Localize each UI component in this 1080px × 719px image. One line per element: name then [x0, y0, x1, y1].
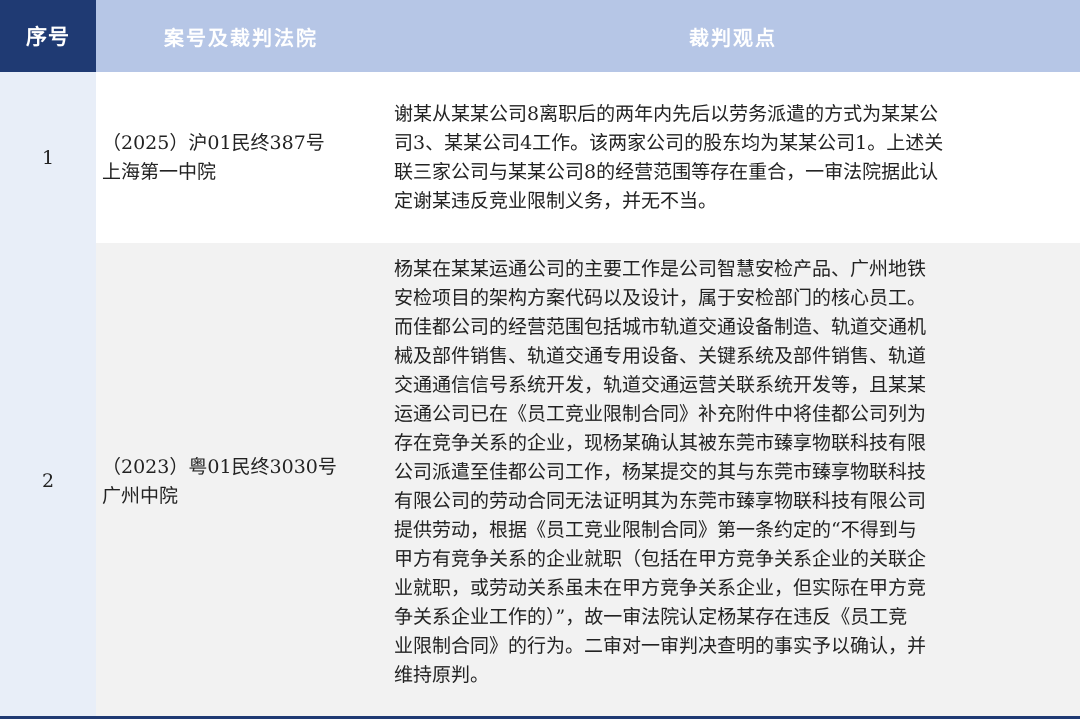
row-2-view-line: 安检项目的架构方案代码以及设计，属于安检部门的核心员工。	[394, 287, 927, 309]
row-2-view-line: 交通通信信号系统开发，轨道交通运营关联系统开发等，且某某	[394, 374, 927, 396]
header-case-and-court: 案号及裁判法院	[96, 0, 386, 72]
row-2-view-line: 杨某在某某运通公司的主要工作是公司智慧安检产品、广州地铁	[394, 258, 927, 280]
row-2-view-line: 业就职，或劳动关系虽未在甲方竞争关系企业，但实际在甲方竞	[394, 577, 927, 599]
row-1-view: 谢某从某某公司8离职后的两年内先后以劳务派遣的方式为某某公 司3、某某公司4工作…	[394, 100, 1076, 216]
row-2-index: 2	[41, 470, 55, 492]
row-2-view: 杨某在某某运通公司的主要工作是公司智慧安检产品、广州地铁 安检项目的架构方案代码…	[394, 255, 1076, 690]
row-2-view-line: 甲方有竞争关系的企业就职（包括在甲方竞争关系企业的关联企	[394, 548, 927, 570]
row-2-view-line: 业限制合同》的行为。二审对一审判决查明的事实予以确认，并	[394, 635, 927, 657]
row-2-case-number: （2023）粤01民终3030号	[102, 456, 337, 478]
row-2-view-line: 存在竞争关系的企业，现杨某确认其被东莞市臻享物联科技有限	[394, 432, 927, 454]
row-1-view-line: 谢某从某某公司8离职后的两年内先后以劳务派遣的方式为某某公	[394, 103, 939, 125]
row-1-index: 1	[41, 146, 55, 169]
row-1-view-line: 司3、某某公司4工作。该两家公司的股东均为某某公司1。上述关	[394, 132, 944, 154]
row-2-view-line: 运通公司已在《员工竞业限制合同》补充附件中将佳都公司列为	[394, 403, 927, 425]
header-index: 序号	[0, 0, 96, 72]
header-judgment-view: 裁判观点	[386, 0, 1080, 72]
row-1-case-number: （2025）沪01民终387号	[102, 132, 325, 154]
row-2-case: （2023）粤01民终3030号 广州中院	[102, 453, 384, 511]
row-2-view-line: 公司派遣至佳都公司工作，杨某提交的其与东莞市臻享物联科技	[394, 461, 927, 483]
row-1-court: 上海第一中院	[102, 161, 217, 183]
row-2-view-line: 争关系企业工作的）”，故一审法院认定杨某存在违反《员工竞	[394, 606, 908, 628]
row-1-view-line: 定谢某违反竞业限制义务，并无不当。	[394, 190, 718, 212]
row-1-case: （2025）沪01民终387号 上海第一中院	[102, 129, 384, 187]
row-1-view-line: 联三家公司与某某公司8的经营范围等存在重合，一审法院据此认	[394, 161, 939, 183]
row-2-view-line: 维持原判。	[394, 664, 490, 686]
row-2-view-line: 械及部件销售、轨道交通专用设备、关键系统及部件销售、轨道	[394, 345, 927, 367]
row-2-view-line: 提供劳动，根据《员工竞业限制合同》第一条约定的“不得到与	[394, 519, 917, 541]
row-2-view-line: 而佳都公司的经营范围包括城市轨道交通设备制造、轨道交通机	[394, 316, 927, 338]
judgment-table: 序号 案号及裁判法院 裁判观点 1 （2025）沪01民终387号 上海第一中院…	[0, 0, 1080, 719]
row-2-view-line: 有限公司的劳动合同无法证明其为东莞市臻享物联科技有限公司	[394, 490, 927, 512]
row-2-court: 广州中院	[102, 485, 179, 507]
